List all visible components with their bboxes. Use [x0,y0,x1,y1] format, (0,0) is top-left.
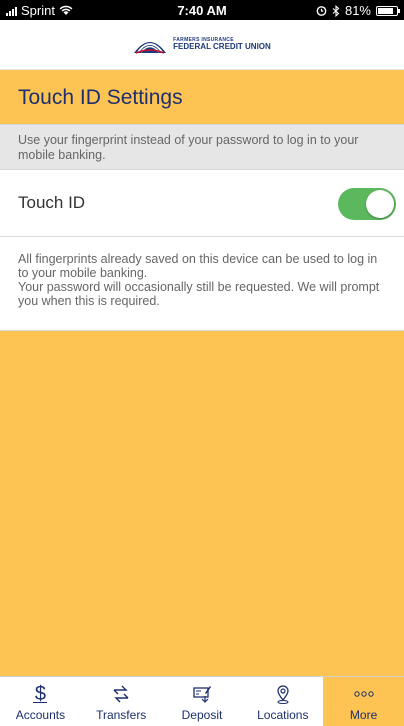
app-header: FARMERS INSURANCE FEDERAL CREDIT UNION [0,20,404,70]
tab-bar: $ Accounts Transfers Deposit Locations M… [0,676,404,726]
tab-label: More [349,708,378,722]
tab-transfers[interactable]: Transfers [81,677,162,726]
battery-level [378,7,393,14]
tab-label: Transfers [96,708,147,722]
check-deposit-icon [192,684,212,704]
credit-union-logo-icon [134,41,167,54]
status-bar: Sprint 7:40 AM 81% [0,0,404,20]
notes-section: All fingerprints already saved on this d… [0,237,404,331]
toggle-knob [366,190,394,218]
tab-accounts[interactable]: $ Accounts [0,677,81,726]
bluetooth-icon [332,4,340,17]
more-dots-icon [353,684,375,704]
tab-more[interactable]: More [323,677,404,726]
logo-text: FARMERS INSURANCE FEDERAL CREDIT UNION [173,38,271,51]
page-title: Touch ID Settings [18,86,183,109]
location-pin-icon [273,684,293,704]
intro-text: Use your fingerprint instead of your pas… [18,133,359,162]
battery-icon [376,5,400,16]
title-bar: Touch ID Settings [0,70,404,124]
notes-line2: Your password will occasionally still be… [18,280,380,308]
status-indicators: 81% [316,3,400,18]
dollar-icon: $ [34,683,46,705]
transfer-arrows-icon [111,684,131,704]
notes-line1: All fingerprints already saved on this d… [18,252,378,280]
touch-id-toggle[interactable] [338,188,396,220]
tab-label: Accounts [15,708,66,722]
intro-section: Use your fingerprint instead of your pas… [0,124,404,170]
touch-id-row: Touch ID [0,170,404,237]
touch-id-label: Touch ID [18,193,86,212]
battery-percent: 81% [344,3,371,18]
tab-deposit[interactable]: Deposit [162,677,243,726]
tab-locations[interactable]: Locations [242,677,323,726]
alarm-icon [316,6,327,16]
tab-label: Deposit [181,708,223,722]
logo-line2: FEDERAL CREDIT UNION [173,42,271,51]
tab-label: Locations [257,708,309,722]
